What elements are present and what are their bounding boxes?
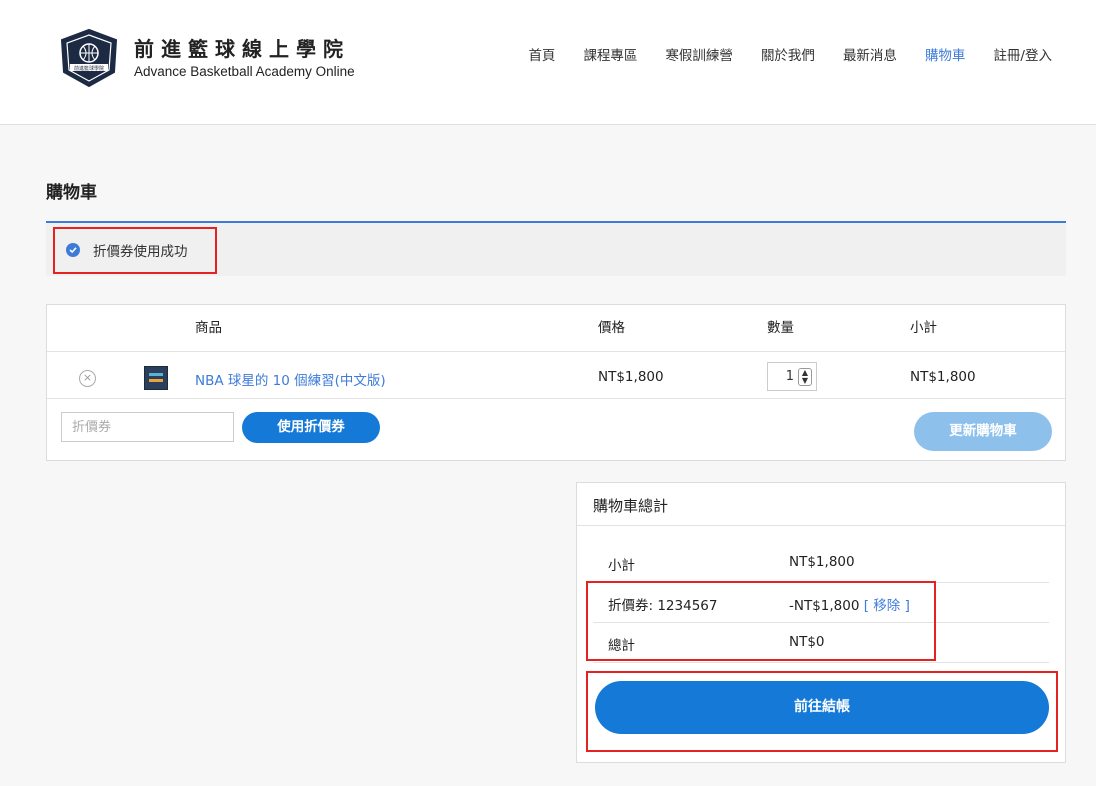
nav-courses[interactable]: 課程專區 bbox=[583, 44, 637, 64]
product-thumbnail[interactable] bbox=[144, 366, 168, 390]
item-price: NT$1,800 bbox=[598, 369, 664, 385]
column-header-subtotal: 小計 bbox=[910, 320, 937, 336]
nav-cart[interactable]: 購物車 bbox=[925, 44, 966, 64]
brand-name-zh: 前進籃球線上學院 bbox=[134, 37, 350, 61]
site-header: 前進籃球學院 前進籃球線上學院 Advance Basketball Acade… bbox=[0, 0, 1096, 125]
column-header-price: 價格 bbox=[598, 320, 625, 336]
coupon-input[interactable] bbox=[61, 412, 234, 442]
totals-title: 購物車總計 bbox=[593, 497, 669, 515]
nav-news[interactable]: 最新消息 bbox=[843, 44, 897, 64]
remove-item-icon[interactable]: × bbox=[79, 370, 96, 387]
quantity-value: 1 bbox=[785, 369, 794, 384]
quantity-stepper[interactable]: 1 ▲ ▼ bbox=[767, 362, 817, 391]
nav-register-login[interactable]: 註冊/登入 bbox=[993, 44, 1052, 64]
svg-text:前進籃球學院: 前進籃球學院 bbox=[74, 65, 104, 72]
page-title: 購物車 bbox=[46, 183, 97, 203]
apply-coupon-button[interactable]: 使用折價券 bbox=[242, 412, 380, 443]
academy-shield-icon: 前進籃球學院 bbox=[60, 28, 118, 88]
main-nav: 首頁 課程專區 寒假訓練營 關於我們 最新消息 購物車 註冊/登入 bbox=[500, 44, 1052, 64]
item-subtotal: NT$1,800 bbox=[910, 369, 976, 385]
nav-about[interactable]: 關於我們 bbox=[761, 44, 815, 64]
subtotal-label: 小計 bbox=[608, 558, 635, 574]
brand-name-en: Advance Basketball Academy Online bbox=[134, 64, 355, 79]
highlight-box-checkout bbox=[586, 671, 1058, 752]
nav-winter-camp[interactable]: 寒假訓練營 bbox=[665, 44, 733, 64]
update-cart-button[interactable]: 更新購物車 bbox=[914, 412, 1052, 451]
column-header-product: 商品 bbox=[195, 320, 222, 336]
subtotal-value: NT$1,800 bbox=[789, 554, 855, 570]
product-link[interactable]: NBA 球星的 10 個練習(中文版) bbox=[195, 373, 386, 389]
nav-home[interactable]: 首頁 bbox=[528, 44, 555, 64]
highlight-box-notice bbox=[53, 227, 217, 274]
site-logo[interactable]: 前進籃球學院 前進籃球線上學院 Advance Basketball Acade… bbox=[58, 28, 355, 88]
highlight-box-totals bbox=[586, 581, 936, 661]
stepper-arrows-icon[interactable]: ▲ ▼ bbox=[798, 367, 812, 386]
cart-table: 商品 價格 數量 小計 × NBA 球星的 10 個練習(中文版) NT$1,8… bbox=[46, 304, 1066, 461]
column-header-quantity: 數量 bbox=[767, 320, 794, 336]
